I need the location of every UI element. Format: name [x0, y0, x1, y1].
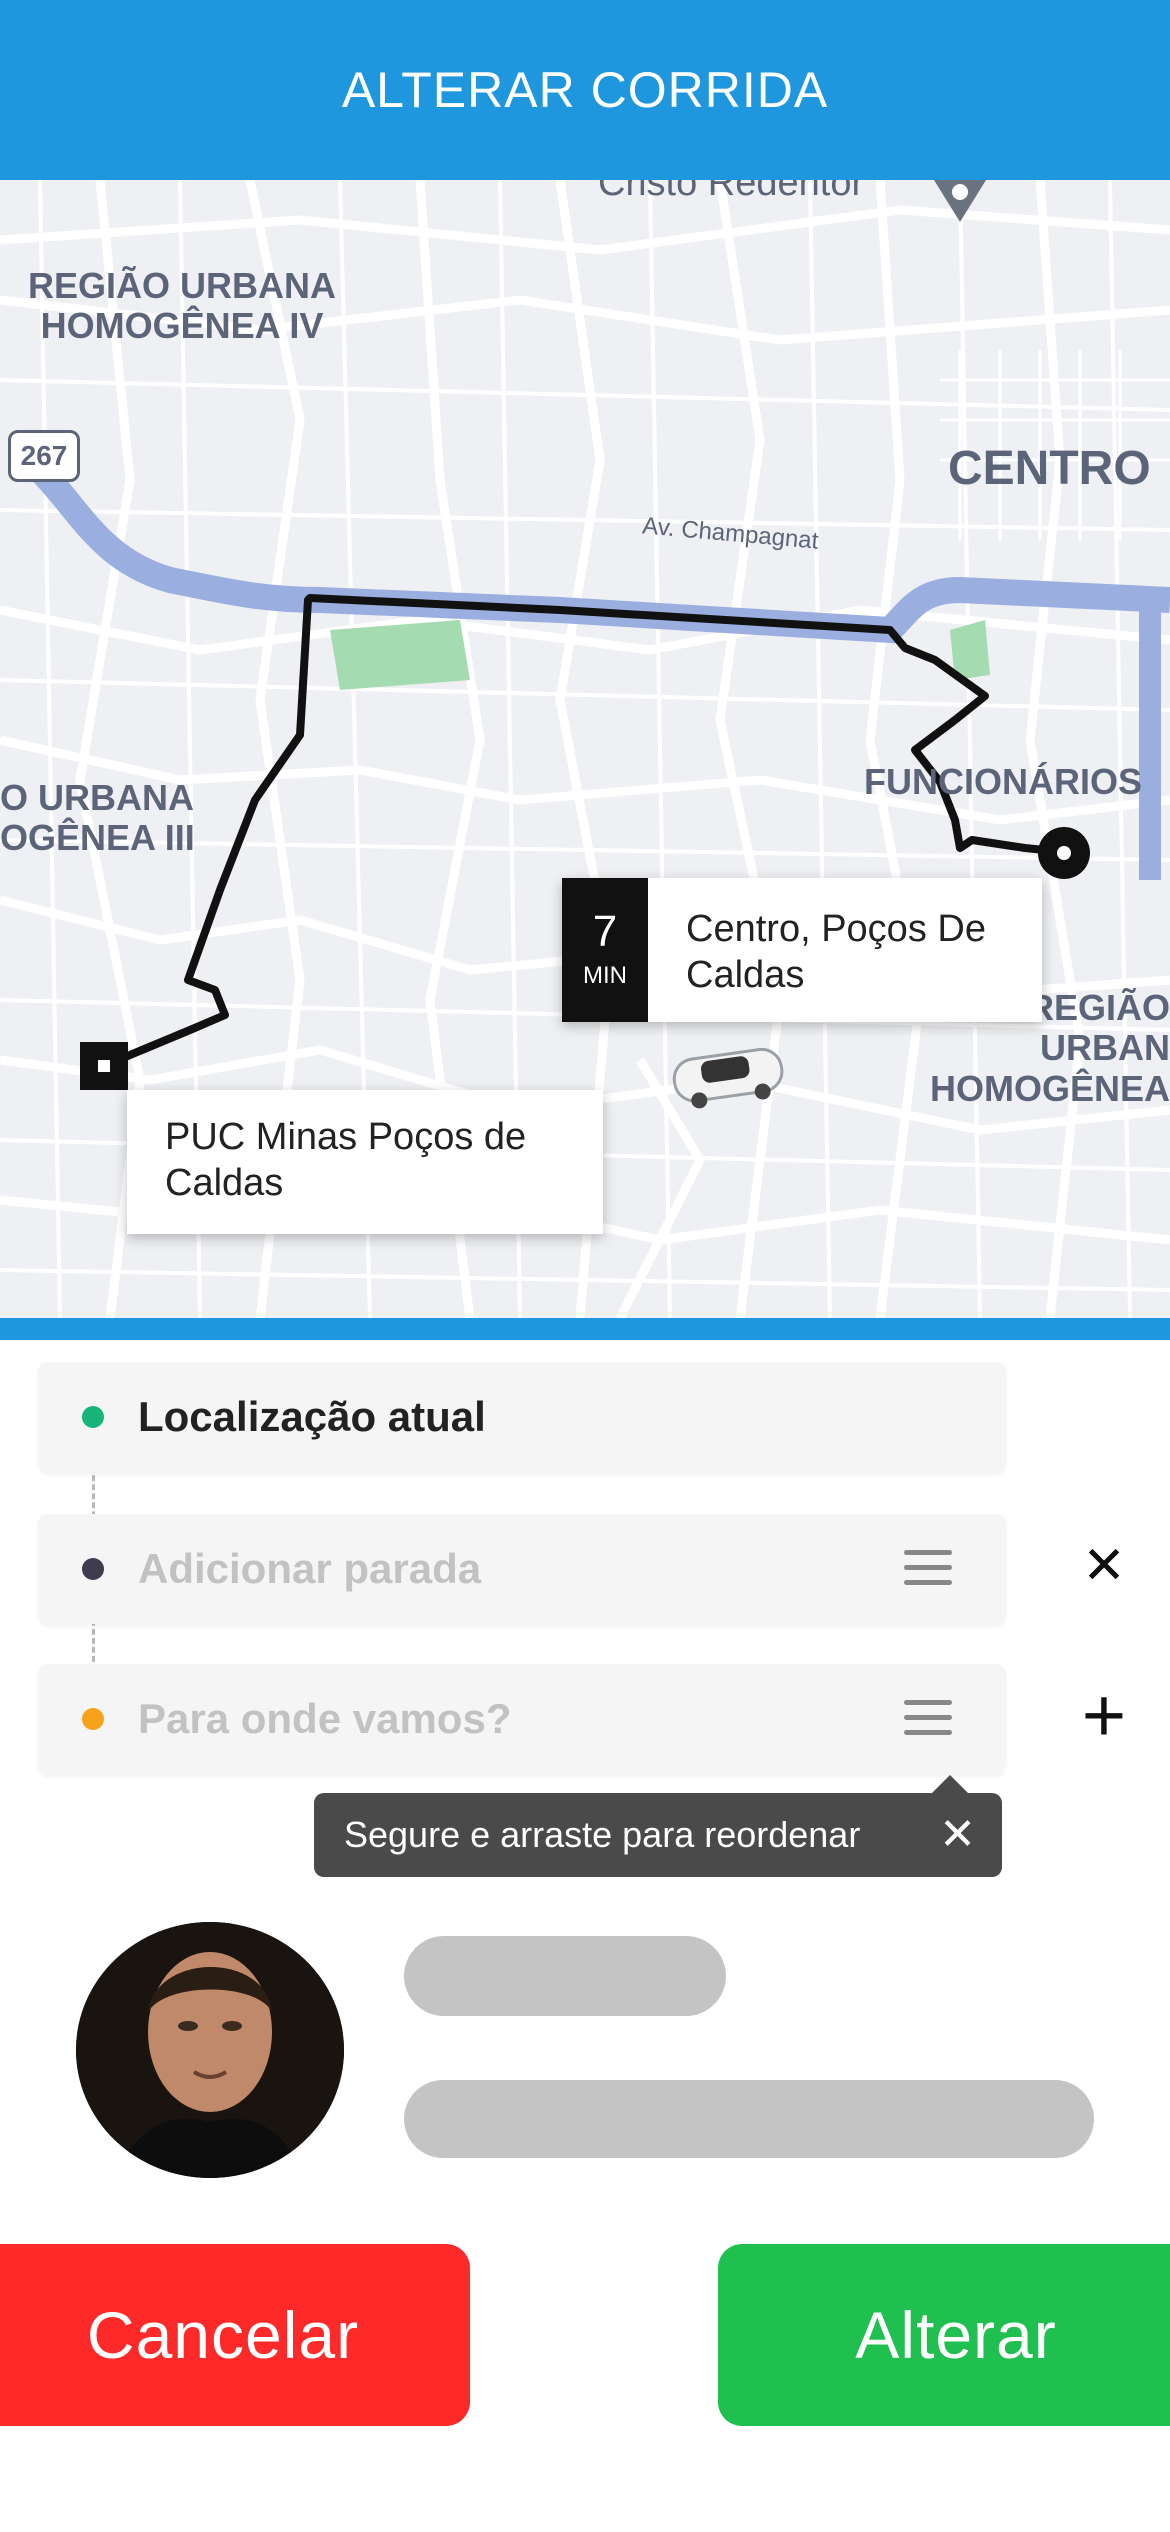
drag-handle-icon[interactable]	[904, 1550, 952, 1590]
driver-name-placeholder	[404, 1936, 726, 2016]
eta-unit: MIN	[583, 962, 628, 989]
destination-dot-icon	[82, 1708, 104, 1730]
confirm-change-button[interactable]: Alterar	[718, 2244, 1170, 2426]
current-location-field[interactable]: Localização atual	[38, 1362, 1006, 1472]
add-stop-placeholder: Adicionar parada	[138, 1545, 482, 1592]
remove-stop-close-icon[interactable]: ✕	[1074, 1536, 1134, 1596]
destination-eta-card[interactable]: 7 MIN Centro, Poços De Caldas	[562, 878, 1042, 1022]
route-map[interactable]: Cristo Redentor REGIÃO URBANA HOMOGÊNEA …	[0, 180, 1170, 1318]
app-header: ALTERAR CORRIDA	[0, 0, 1170, 180]
destination-place: Centro, Poços De Caldas	[686, 908, 986, 997]
tooltip-close-icon[interactable]: ✕	[939, 1811, 976, 1859]
driver-info-placeholder	[404, 2080, 1094, 2158]
map-label-regiao-iv: REGIÃO URBANA HOMOGÊNEA IV	[28, 265, 337, 347]
tooltip-arrow	[930, 1775, 970, 1795]
map-divider	[0, 1318, 1170, 1340]
current-location-label: Localização atual	[138, 1393, 486, 1440]
highway-shield: 267	[8, 430, 80, 482]
tooltip-text: Segure e arraste para reordenar	[344, 1814, 861, 1855]
page-title: ALTERAR CORRIDA	[341, 62, 829, 118]
eta-value: 7	[592, 907, 618, 956]
driver-photo	[76, 1922, 344, 2178]
add-stop-plus-icon[interactable]: +	[1074, 1678, 1134, 1754]
driver-avatar	[76, 1922, 344, 2178]
map-label-regiao-iii: O URBANA OGÊNEA III	[0, 777, 195, 859]
reorder-tooltip: Segure e arraste para reordenar ✕	[314, 1793, 1002, 1877]
origin-place-card[interactable]: PUC Minas Poços de Caldas	[127, 1090, 603, 1234]
map-label-funcionarios: FUNCIONÁRIOS	[864, 761, 1142, 802]
current-location-dot-icon	[82, 1406, 104, 1428]
destination-placeholder: Para onde vamos?	[138, 1695, 512, 1742]
add-stop-field[interactable]: Adicionar parada	[38, 1514, 1006, 1624]
map-label-cristo-redentor: Cristo Redentor	[598, 180, 865, 204]
cancel-button[interactable]: Cancelar	[0, 2244, 470, 2426]
destination-field[interactable]: Para onde vamos?	[38, 1664, 1006, 1774]
confirm-button-label: Alterar	[855, 2298, 1057, 2372]
add-stop-dot-icon	[82, 1558, 104, 1580]
cancel-button-label: Cancelar	[86, 2298, 360, 2372]
map-label-centro: CENTRO	[948, 442, 1151, 495]
eta-badge: 7 MIN	[562, 878, 649, 1022]
drag-handle-icon[interactable]	[904, 1700, 952, 1740]
